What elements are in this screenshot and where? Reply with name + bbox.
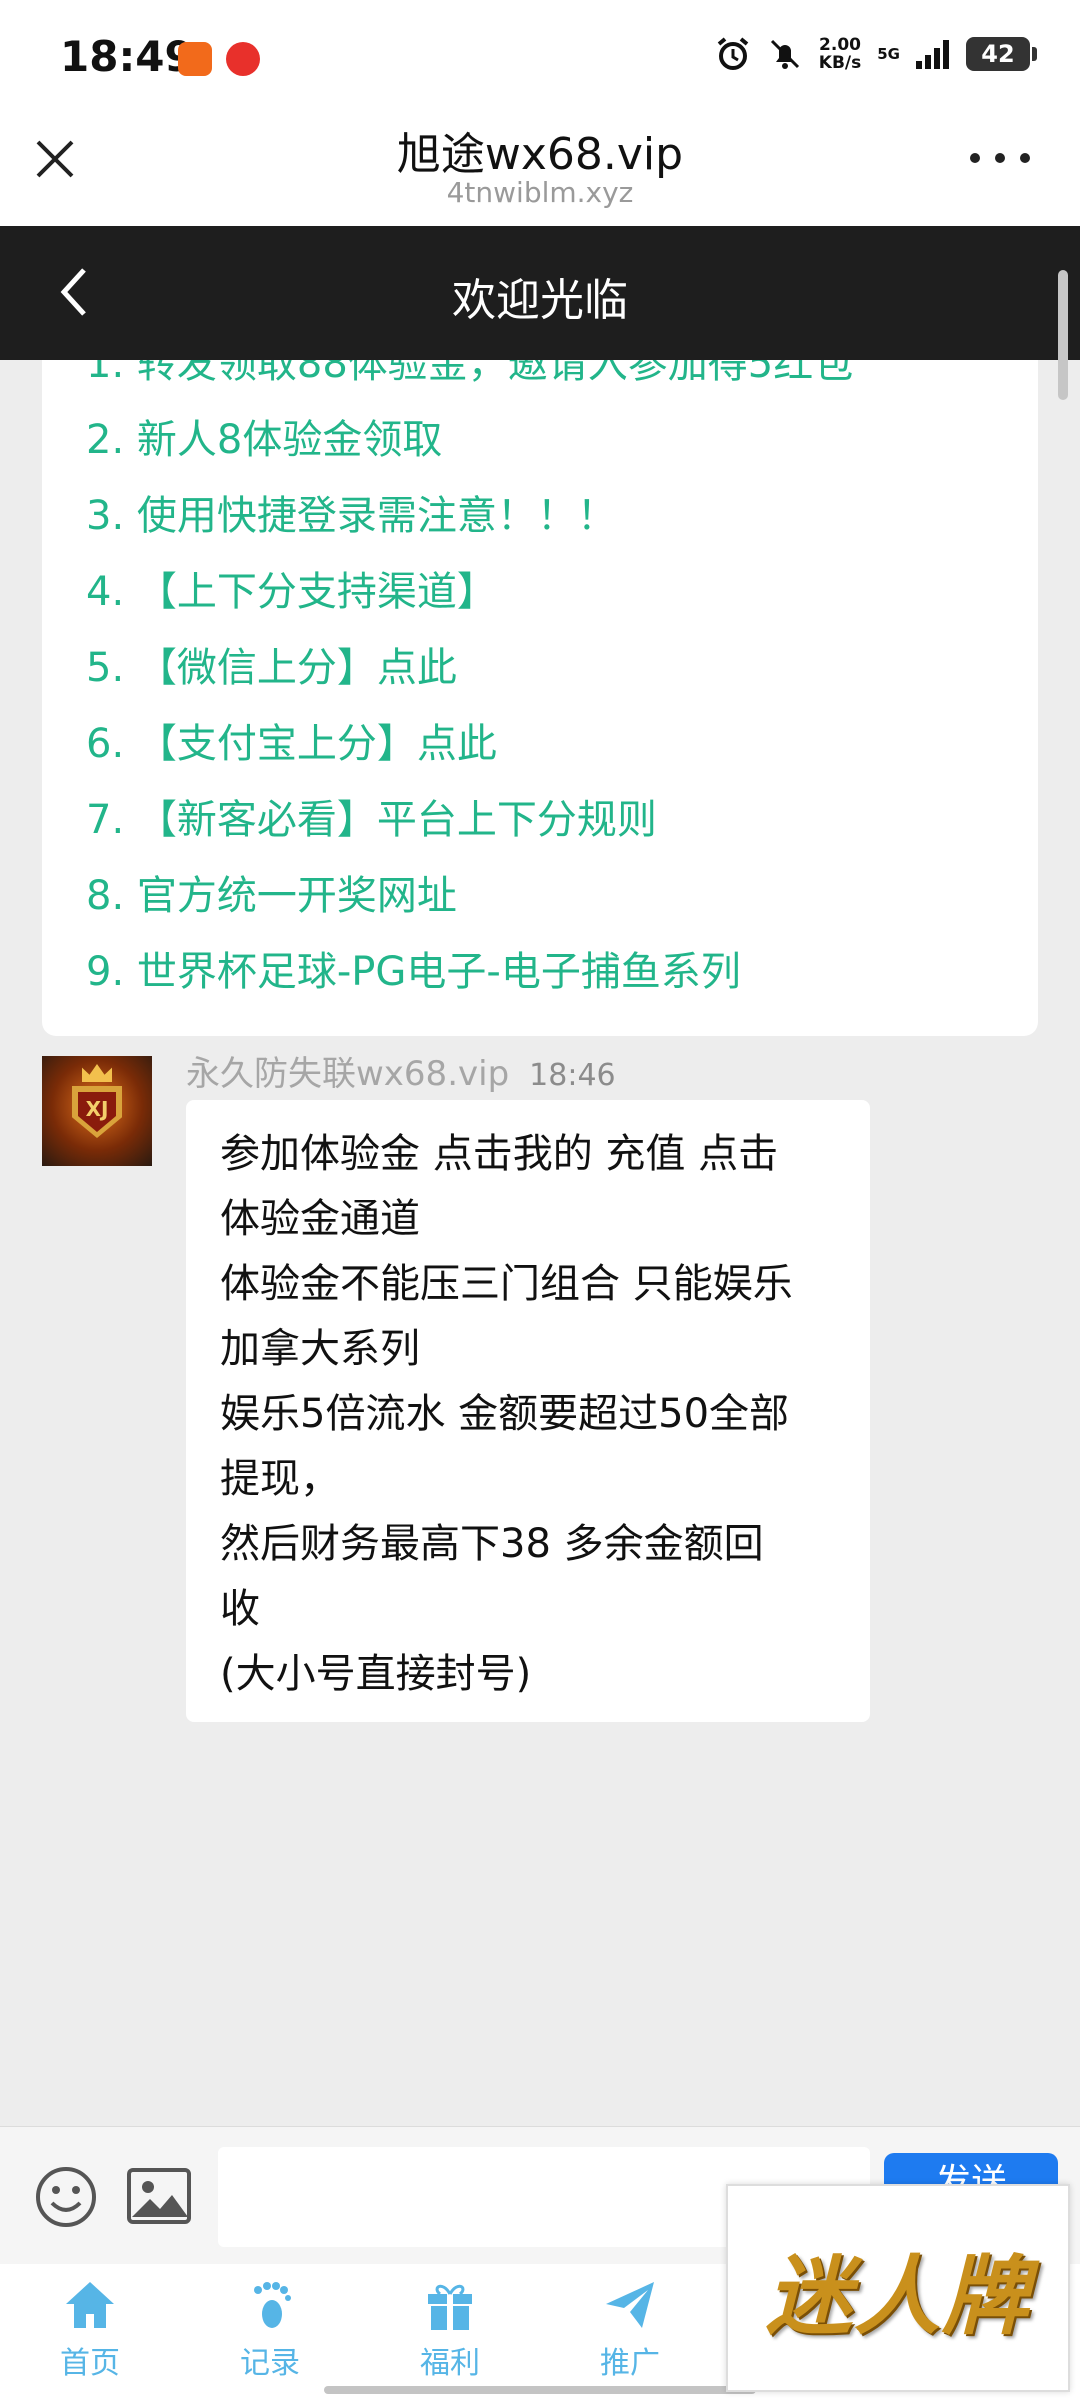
nav-label: 首页	[60, 2346, 120, 2381]
sender-name: 永久防失联wx68.vip	[186, 1054, 510, 1094]
status-indicators: 2.00 KB/s 5G 42	[715, 36, 1037, 72]
watermark-logo: 迷人牌	[726, 2184, 1070, 2392]
notice-item[interactable]: 1. 转发领取88体验金，邀请入参加得5红包	[86, 360, 853, 402]
notice-item[interactable]: 3. 使用快捷登录需注意！！！	[86, 478, 853, 554]
notice-item[interactable]: 2. 新人8体验金领取	[86, 402, 853, 478]
more-options-button[interactable]	[970, 148, 1030, 168]
message-line: (大小号直接封号)	[220, 1651, 532, 1697]
notice-list: 1. 转发领取88体验金，邀请入参加得5红包 2. 新人8体验金领取 3. 使用…	[86, 360, 853, 1010]
notice-item[interactable]: 7. 【新客必看】平台上下分规则	[86, 782, 853, 858]
dot-icon	[995, 153, 1005, 163]
notice-item[interactable]: 4. 【上下分支持渠道】	[86, 554, 853, 630]
browser-header: 旭途wx68.vip 4tnwiblm.xyz	[0, 118, 1080, 226]
status-bar: 18:49 2.00 KB/s 5G 42	[0, 0, 1080, 118]
browser-title: 旭途wx68.vip	[396, 129, 684, 180]
home-indicator[interactable]	[324, 2386, 756, 2394]
message-line: 提现，	[220, 1456, 340, 1502]
nav-item-home[interactable]: 首页	[0, 2278, 180, 2388]
battery-indicator: 42	[966, 37, 1037, 71]
crown-icon	[82, 1064, 112, 1082]
status-time: 18:49	[60, 32, 194, 81]
alarm-icon	[717, 37, 749, 70]
emoji-icon[interactable]	[34, 2165, 98, 2229]
nav-item-welfare[interactable]: 福利	[360, 2278, 540, 2388]
message-line: 体验金不能压三门组合 只能娱乐	[220, 1261, 793, 1307]
network-speed: 2.00 KB/s	[819, 36, 861, 72]
message-line: 娱乐5倍流水 金额要超过50全部	[220, 1391, 790, 1437]
nav-label: 福利	[420, 2346, 480, 2381]
message-line: 参加体验金 点击我的 充值 点击	[220, 1131, 779, 1177]
sender-info: 永久防失联wx68.vip 18:46	[186, 1046, 616, 1095]
message-time: 18:46	[529, 1058, 616, 1093]
nav-item-promote[interactable]: 推广	[540, 2278, 720, 2388]
gift-icon	[428, 2284, 472, 2330]
dot-icon	[970, 153, 980, 163]
message-bubble[interactable]: 参加体验金 点击我的 充值 点击 体验金通道 体验金不能压三门组合 只能娱乐 加…	[186, 1100, 870, 1722]
speed-value: 2.00	[819, 35, 861, 55]
avatar[interactable]: XJ	[42, 1056, 152, 1166]
nav-item-records[interactable]: 记录	[180, 2278, 360, 2388]
speed-unit: KB/s	[818, 53, 862, 73]
signal-icon	[916, 40, 949, 69]
page-header: 欢迎光临	[0, 226, 1080, 360]
footprint-icon	[254, 2282, 291, 2328]
browser-url: 4tnwiblm.xyz	[446, 176, 634, 209]
message-line: 体验金通道	[220, 1196, 420, 1242]
scrollbar-thumb[interactable]	[1058, 270, 1068, 400]
app-orange-icon	[178, 42, 212, 76]
notice-item[interactable]: 6. 【支付宝上分】点此	[86, 706, 853, 782]
notice-item[interactable]: 5. 【微信上分】点此	[86, 630, 853, 706]
message-line: 然后财务最高下38 多余金额回	[220, 1521, 764, 1567]
paper-plane-icon	[606, 2282, 654, 2328]
notice-card: 1. 转发领取88体验金，邀请入参加得5红包 2. 新人8体验金领取 3. 使用…	[42, 360, 1038, 1036]
message-line: 收	[220, 1586, 260, 1632]
image-icon[interactable]	[126, 2167, 192, 2225]
dot-icon	[1020, 153, 1030, 163]
notice-item[interactable]: 8. 官方统一开奖网址	[86, 858, 853, 934]
app-red-icon	[226, 42, 260, 76]
nav-label: 推广	[600, 2346, 660, 2381]
page-title: 欢迎光临	[452, 275, 628, 326]
watermark-text: 迷人牌	[766, 2246, 1030, 2347]
message-line: 加拿大系列	[220, 1326, 420, 1372]
home-icon	[66, 2282, 114, 2328]
network-type: 5G	[877, 45, 900, 63]
notice-item[interactable]: 9. 世界杯足球-PG电子-电子捕鱼系列	[86, 934, 853, 1010]
nav-label: 记录	[240, 2346, 300, 2381]
mute-bell-icon	[770, 39, 799, 69]
